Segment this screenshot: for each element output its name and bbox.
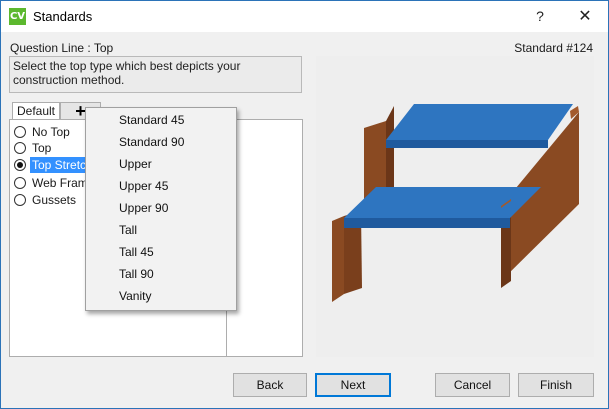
menu-item-tall[interactable]: Tall <box>119 223 137 237</box>
menu-item-tall-90[interactable]: Tall 90 <box>119 267 154 281</box>
question-line-label: Question Line : Top <box>10 41 114 55</box>
tab-add-dropdown-menu: Standard 45 Standard 90 Upper Upper 45 U… <box>85 107 237 311</box>
standard-number-label: Standard #124 <box>514 41 593 55</box>
tab-default[interactable]: Default <box>12 102 60 120</box>
radio-option-gussets[interactable]: Gussets <box>14 192 78 208</box>
menu-item-upper[interactable]: Upper <box>119 157 152 171</box>
standards-dialog: CV Standards ? ✕ Question Line : Top Sta… <box>0 0 609 409</box>
window-title: Standards <box>33 9 93 24</box>
radio-button[interactable] <box>14 126 26 138</box>
cancel-button[interactable]: Cancel <box>435 373 510 397</box>
menu-item-standard-90[interactable]: Standard 90 <box>119 135 184 149</box>
instructions-text: Select the top type which best depicts y… <box>9 56 302 93</box>
menu-item-standard-45[interactable]: Standard 45 <box>119 113 184 127</box>
help-button[interactable]: ? <box>517 1 563 32</box>
radio-option-top-stretch[interactable]: Top Stretch <box>14 157 95 173</box>
finish-button[interactable]: Finish <box>518 373 594 397</box>
radio-button[interactable] <box>14 177 26 189</box>
next-button[interactable]: Next <box>315 373 391 397</box>
menu-item-upper-45[interactable]: Upper 45 <box>119 179 168 193</box>
cabinet-top-stretch-illustration <box>332 104 579 302</box>
radio-option-no-top[interactable]: No Top <box>14 124 72 140</box>
radio-option-top[interactable]: Top <box>14 140 53 156</box>
menu-item-vanity[interactable]: Vanity <box>119 289 151 303</box>
radio-button-checked[interactable] <box>14 159 26 171</box>
radio-button[interactable] <box>14 142 26 154</box>
radio-label: No Top <box>32 125 70 139</box>
back-button[interactable]: Back <box>233 373 307 397</box>
menu-item-upper-90[interactable]: Upper 90 <box>119 201 168 215</box>
menu-item-tall-45[interactable]: Tall 45 <box>119 245 154 259</box>
radio-label: Gussets <box>32 193 77 207</box>
app-logo-icon: CV <box>9 8 26 25</box>
radio-button[interactable] <box>14 194 26 206</box>
title-bar: CV Standards ? ✕ <box>1 1 608 32</box>
close-button[interactable]: ✕ <box>562 1 608 32</box>
radio-label: Top <box>32 141 52 155</box>
preview-image <box>316 56 594 357</box>
